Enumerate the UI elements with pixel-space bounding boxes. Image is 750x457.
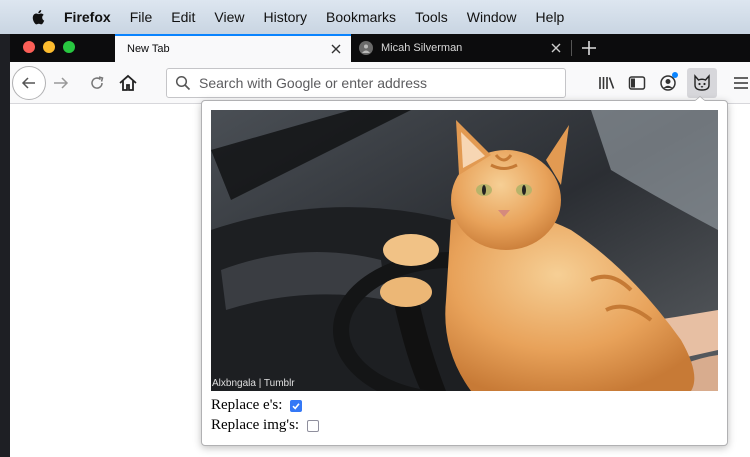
hamburger-menu-icon: [734, 77, 748, 89]
library-button[interactable]: [596, 72, 618, 94]
extension-cat-button[interactable]: [687, 68, 717, 98]
close-tab-icon[interactable]: [329, 42, 343, 56]
macos-menubar: Firefox File Edit View History Bookmarks…: [0, 0, 750, 34]
window-zoom-button[interactable]: [63, 41, 75, 53]
replace-es-checkbox[interactable]: [290, 399, 303, 412]
replace-imgs-option[interactable]: Replace img's:: [211, 417, 320, 434]
cat-icon: [694, 74, 710, 91]
tab-micah-silverman[interactable]: Micah Silverman: [351, 34, 571, 62]
address-bar[interactable]: [166, 68, 566, 98]
search-icon: [175, 75, 191, 91]
avatar-favicon-icon: [359, 41, 373, 55]
arrow-left-icon: [21, 77, 35, 89]
popup-arrow-inner: [694, 97, 706, 102]
tab-title: New Tab: [127, 43, 170, 55]
apple-logo-icon[interactable]: [30, 8, 48, 26]
notification-dot: [672, 72, 678, 78]
menu-history[interactable]: History: [263, 9, 307, 25]
window-close-button[interactable]: [23, 41, 35, 53]
cat-photo: Alxbngala | Tumblr: [211, 110, 718, 391]
tab-new-tab[interactable]: New Tab: [115, 34, 351, 62]
sidebar-toggle-button[interactable]: [626, 72, 648, 94]
replace-es-option[interactable]: Replace e's:: [211, 397, 303, 414]
tab-strip: New Tab Micah Silverman: [10, 34, 750, 62]
menu-tools[interactable]: Tools: [415, 9, 448, 25]
menu-app-name[interactable]: Firefox: [64, 9, 111, 25]
account-button[interactable]: [657, 72, 679, 94]
cat-driving-image: [211, 110, 718, 391]
menu-help[interactable]: Help: [536, 9, 565, 25]
menu-bookmarks[interactable]: Bookmarks: [326, 9, 396, 25]
navigation-toolbar: [10, 62, 750, 104]
sidebar-icon: [628, 76, 646, 90]
window-minimize-button[interactable]: [43, 41, 55, 53]
replace-imgs-checkbox[interactable]: [307, 419, 320, 432]
extension-popup: Alxbngala | Tumblr Replace e's: Replace …: [201, 100, 728, 446]
menu-file[interactable]: File: [130, 9, 153, 25]
back-button[interactable]: [12, 66, 46, 100]
tab-title: Micah Silverman: [381, 42, 463, 54]
menu-window[interactable]: Window: [467, 9, 517, 25]
tab-separator: [571, 40, 572, 56]
replace-es-label: Replace e's:: [211, 397, 283, 413]
reload-icon[interactable]: [87, 73, 107, 93]
close-tab-icon[interactable]: [549, 41, 563, 55]
replace-imgs-label: Replace img's:: [211, 417, 300, 433]
person-icon: [362, 44, 370, 53]
app-menu-button[interactable]: [730, 72, 750, 94]
forward-arrow-icon[interactable]: [51, 73, 71, 93]
image-caption: Alxbngala | Tumblr: [212, 378, 295, 389]
menu-view[interactable]: View: [214, 9, 244, 25]
address-input[interactable]: [199, 75, 539, 91]
library-icon: [599, 77, 615, 89]
new-tab-plus-icon[interactable]: [580, 39, 598, 57]
menu-edit[interactable]: Edit: [171, 9, 195, 25]
checkmark-icon: [292, 402, 301, 410]
home-icon[interactable]: [117, 72, 139, 94]
